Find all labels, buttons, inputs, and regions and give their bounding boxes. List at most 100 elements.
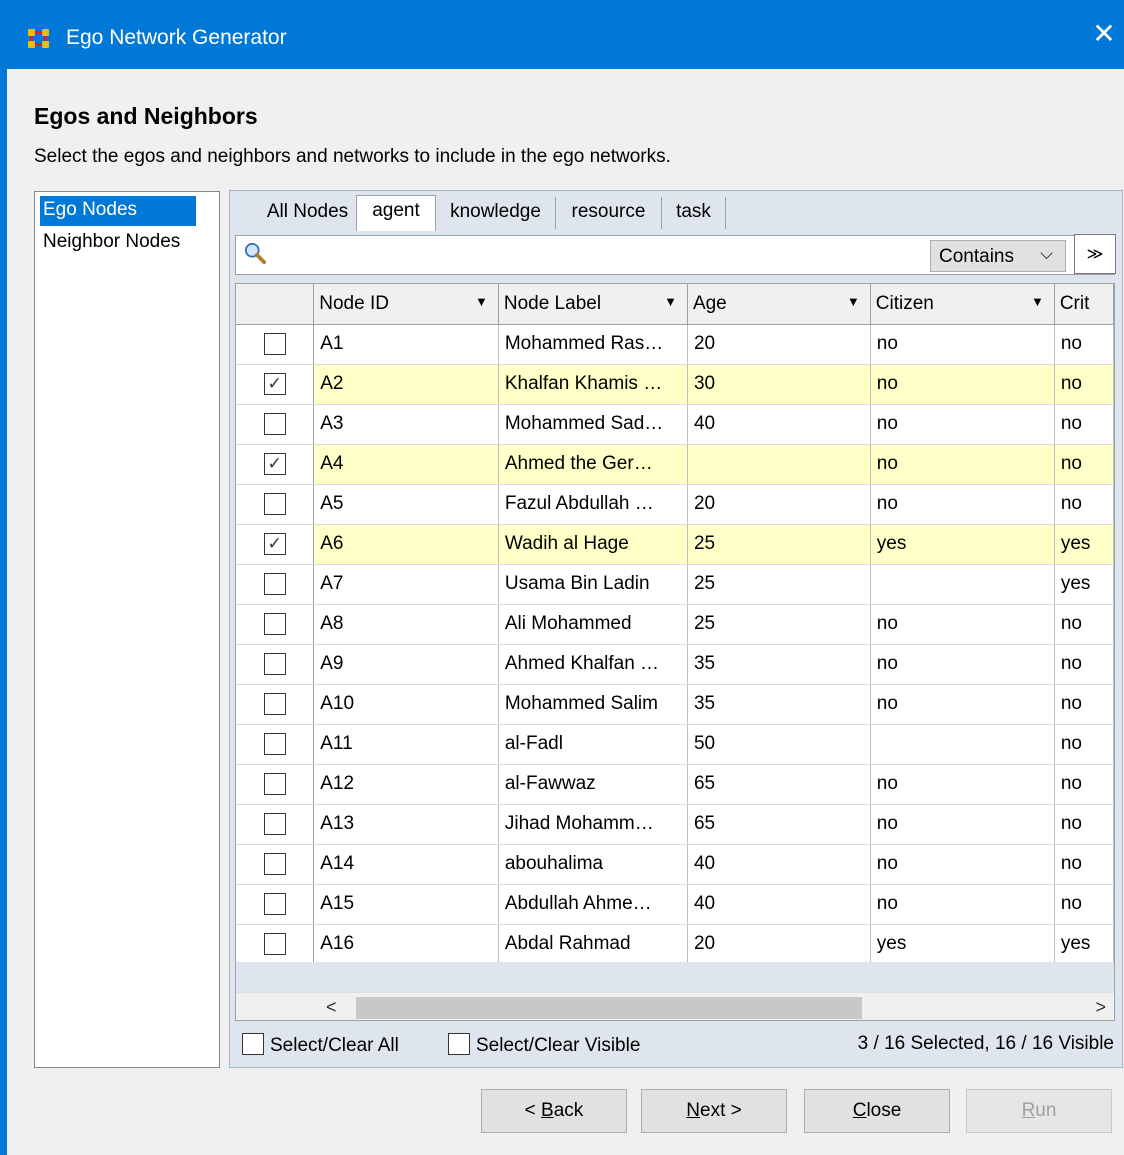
tab-task[interactable]: task — [662, 197, 726, 229]
column-header-node-id[interactable]: Node ID ▼ — [313, 284, 499, 325]
page-title: Egos and Neighbors — [34, 103, 258, 129]
age-cell: 35 — [687, 644, 871, 685]
row-select-cell[interactable]: ✓ — [236, 364, 315, 405]
table-row[interactable]: A11 al-Fadl 50 no — [236, 724, 1114, 765]
table-row[interactable]: A1 Mohammed Ras… 20 no no — [236, 324, 1114, 365]
node-label-cell: Ahmed Khalfan … — [498, 644, 688, 685]
next-button[interactable]: Next > — [641, 1089, 787, 1133]
age-cell — [687, 444, 871, 485]
table-row[interactable]: A3 Mohammed Sad… 40 no no — [236, 404, 1114, 445]
row-select-cell[interactable]: ✓ — [236, 524, 315, 565]
select-clear-visible-checkbox[interactable]: Select/Clear Visible — [448, 1033, 640, 1057]
back-button[interactable]: < Back — [481, 1089, 627, 1133]
search-icon — [244, 242, 266, 264]
node-label-cell: Mohammed Salim — [498, 684, 688, 725]
tab-all-nodes[interactable]: All Nodes — [246, 197, 370, 229]
crit-cell: no — [1054, 364, 1114, 405]
age-cell: 30 — [687, 364, 871, 405]
row-checkbox[interactable] — [263, 812, 286, 835]
table-row[interactable]: A14 abouhalima 40 no no — [236, 844, 1114, 885]
horizontal-scrollbar[interactable]: < > — [236, 992, 1114, 1020]
tab-knowledge[interactable]: knowledge — [436, 197, 556, 229]
row-checkbox[interactable] — [263, 852, 286, 875]
table-row[interactable]: A5 Fazul Abdullah … 20 no no — [236, 484, 1114, 525]
dropdown-arrow-icon: ▼ — [846, 294, 860, 309]
table-row[interactable]: ✓ A6 Wadih al Hage 25 yes yes — [236, 524, 1114, 565]
row-select-cell[interactable] — [236, 684, 315, 725]
row-select-cell[interactable] — [236, 564, 315, 605]
column-header-crit[interactable]: Crit — [1054, 284, 1114, 325]
match-mode-label: Contains — [939, 246, 1014, 267]
table-row[interactable]: ✓ A4 Ahmed the Ger… no no — [236, 444, 1114, 485]
close-icon[interactable]: ✕ — [1090, 20, 1118, 48]
row-checkbox[interactable] — [263, 772, 286, 795]
dropdown-arrow-icon: ▼ — [1030, 294, 1044, 309]
scrollbar-thumb[interactable] — [356, 997, 862, 1019]
row-checkbox[interactable] — [263, 332, 286, 355]
row-checkbox[interactable]: ✓ — [263, 532, 286, 555]
checkbox[interactable] — [448, 1033, 470, 1055]
select-clear-all-checkbox[interactable]: Select/Clear All — [242, 1033, 399, 1057]
scroll-left-icon[interactable]: < — [326, 997, 337, 1018]
row-select-cell[interactable] — [236, 884, 315, 925]
row-select-cell[interactable] — [236, 604, 315, 645]
list-item-ego-nodes[interactable]: Ego Nodes — [40, 196, 196, 226]
row-checkbox[interactable]: ✓ — [263, 452, 286, 475]
table-row[interactable]: A10 Mohammed Salim 35 no no — [236, 684, 1114, 725]
expand-options-button[interactable]: ≫ — [1074, 234, 1116, 274]
search-input[interactable]: Contains ⌵ ≫ — [235, 234, 1116, 275]
table-row[interactable]: A9 Ahmed Khalfan … 35 no no — [236, 644, 1114, 685]
table-row[interactable]: A8 Ali Mohammed 25 no no — [236, 604, 1114, 645]
node-label-cell: Ali Mohammed — [498, 604, 688, 645]
citizen-cell — [870, 564, 1055, 605]
scroll-right-icon[interactable]: > — [1095, 997, 1106, 1018]
row-select-cell[interactable]: ✓ — [236, 444, 315, 485]
node-id-cell: A8 — [313, 604, 499, 645]
match-mode-dropdown[interactable]: Contains ⌵ — [930, 240, 1066, 272]
row-checkbox[interactable] — [263, 492, 286, 515]
table-row[interactable]: A7 Usama Bin Ladin 25 yes — [236, 564, 1114, 605]
row-checkbox[interactable] — [263, 692, 286, 715]
crit-cell: no — [1054, 844, 1114, 885]
column-header-node-label[interactable]: Node Label ▼ — [498, 284, 688, 325]
row-select-cell[interactable] — [236, 924, 315, 965]
tab-agent[interactable]: agent — [356, 195, 436, 231]
tab-resource[interactable]: resource — [556, 197, 662, 229]
close-button[interactable]: Close — [804, 1089, 950, 1133]
age-cell: 50 — [687, 724, 871, 765]
table-row[interactable]: A16 Abdal Rahmad 20 yes yes — [236, 924, 1114, 965]
node-label-cell: al-Fawwaz — [498, 764, 688, 805]
row-select-cell[interactable] — [236, 844, 315, 885]
table-row[interactable]: A13 Jihad Mohamm… 65 no no — [236, 804, 1114, 845]
row-select-cell[interactable] — [236, 764, 315, 805]
list-item-neighbor-nodes[interactable]: Neighbor Nodes — [40, 228, 183, 258]
crit-cell: no — [1054, 804, 1114, 845]
row-checkbox[interactable] — [263, 412, 286, 435]
table-row[interactable]: A15 Abdullah Ahme… 40 no no — [236, 884, 1114, 925]
row-checkbox[interactable] — [263, 652, 286, 675]
row-select-cell[interactable] — [236, 724, 315, 765]
column-header-age[interactable]: Age ▼ — [687, 284, 871, 325]
table-row[interactable]: ✓ A2 Khalfan Khamis … 30 no no — [236, 364, 1114, 405]
row-checkbox[interactable] — [263, 732, 286, 755]
selection-status: 3 / 16 Selected, 16 / 16 Visible — [857, 1033, 1114, 1054]
checkbox[interactable] — [242, 1033, 264, 1055]
row-select-cell[interactable] — [236, 804, 315, 845]
column-header-citizen[interactable]: Citizen ▼ — [870, 284, 1055, 325]
row-checkbox[interactable] — [263, 892, 286, 915]
node-label-cell: Abdullah Ahme… — [498, 884, 688, 925]
row-checkbox[interactable]: ✓ — [263, 372, 286, 395]
node-label-cell: Wadih al Hage — [498, 524, 688, 565]
row-checkbox[interactable] — [263, 612, 286, 635]
row-checkbox[interactable] — [263, 572, 286, 595]
row-select-cell[interactable] — [236, 644, 315, 685]
age-cell: 35 — [687, 684, 871, 725]
row-select-cell[interactable] — [236, 324, 315, 365]
node-id-cell: A14 — [313, 844, 499, 885]
row-select-cell[interactable] — [236, 484, 315, 525]
table-row[interactable]: A12 al-Fawwaz 65 no no — [236, 764, 1114, 805]
row-checkbox[interactable] — [263, 932, 286, 955]
row-select-cell[interactable] — [236, 404, 315, 445]
crit-cell: yes — [1054, 924, 1114, 965]
age-cell: 65 — [687, 764, 871, 805]
